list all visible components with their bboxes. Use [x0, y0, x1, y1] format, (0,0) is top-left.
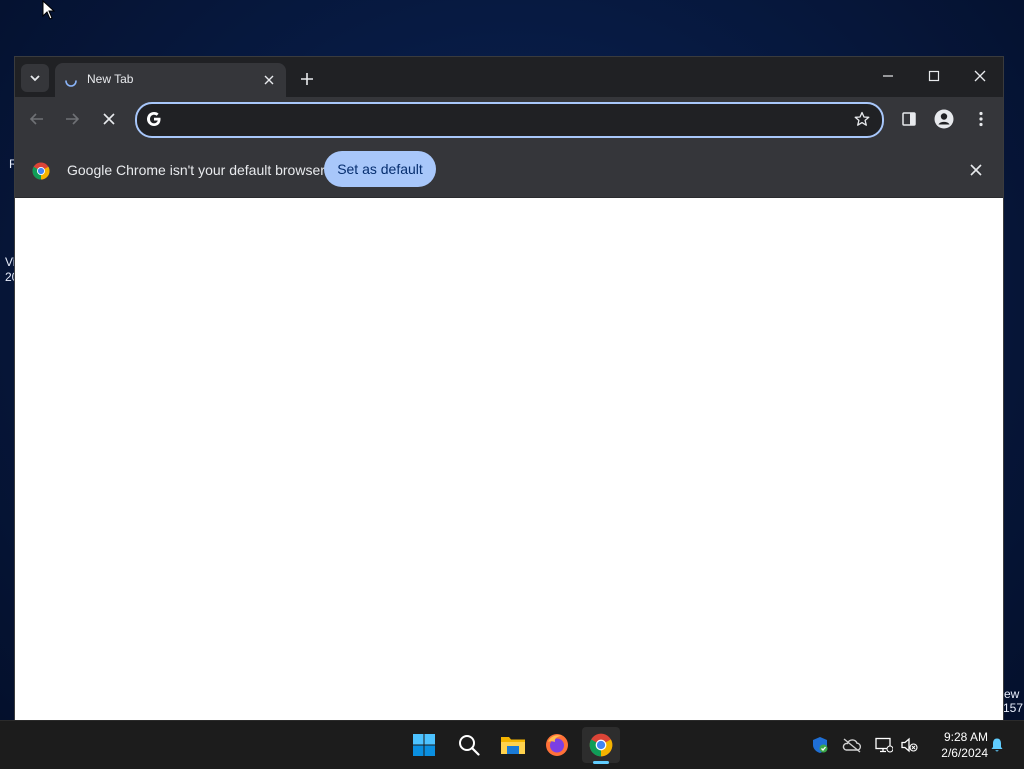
bookmark-star-icon[interactable]	[854, 111, 870, 127]
new-tab-button[interactable]	[295, 67, 319, 91]
volume-tray-button[interactable]	[899, 735, 919, 755]
tab-search-button[interactable]	[21, 64, 49, 92]
search-icon	[459, 735, 480, 756]
network-icon	[875, 737, 893, 753]
file-explorer-button[interactable]	[494, 727, 532, 763]
onedrive-offline-icon	[842, 738, 862, 753]
notifications-button[interactable]	[987, 735, 1007, 755]
chrome-taskbar-button[interactable]	[582, 727, 620, 763]
minimize-icon	[883, 75, 893, 77]
mouse-cursor-icon	[42, 0, 56, 25]
page-content[interactable]	[15, 198, 1003, 720]
infobar-message: Google Chrome isn't your default browser	[67, 162, 325, 178]
volume-muted-icon	[901, 737, 918, 753]
firefox-button[interactable]	[538, 727, 576, 763]
network-tray-button[interactable]	[874, 735, 894, 755]
toolbar	[15, 97, 1003, 141]
window-close-button[interactable]	[957, 57, 1003, 95]
profile-button[interactable]	[930, 105, 958, 133]
side-panel-button[interactable]	[895, 105, 923, 133]
address-bar[interactable]	[135, 102, 884, 138]
profile-avatar-icon	[934, 109, 954, 129]
back-button[interactable]	[23, 105, 51, 133]
arrow-right-icon	[66, 113, 80, 125]
close-icon	[264, 75, 274, 85]
arrow-left-icon	[29, 113, 43, 125]
clock-date: 2/6/2024	[941, 746, 988, 760]
maximize-button[interactable]	[911, 57, 957, 95]
start-button[interactable]	[405, 727, 443, 763]
start-icon	[413, 734, 435, 756]
infobar-close-button[interactable]	[967, 161, 985, 179]
google-g-icon	[147, 112, 161, 126]
browser-window: New Tab Google Chrome isn't your default…	[15, 57, 1003, 720]
taskbar-clock[interactable]: 9:28 AM 2/6/2024	[926, 729, 988, 761]
plus-icon	[301, 73, 313, 85]
menu-button[interactable]	[967, 105, 995, 133]
onedrive-tray-button[interactable]	[842, 735, 862, 755]
kebab-menu-icon	[979, 111, 983, 127]
taskbar: 9:28 AM 2/6/2024	[0, 720, 1024, 769]
security-shield-icon	[813, 737, 828, 753]
close-icon	[974, 70, 986, 82]
file-explorer-icon	[501, 737, 525, 754]
taskbar-search-button[interactable]	[450, 727, 488, 763]
set-as-default-button[interactable]: Set as default	[324, 151, 436, 187]
tab-title: New Tab	[87, 72, 134, 86]
tab-new-tab[interactable]: New Tab	[55, 63, 286, 97]
close-icon	[103, 113, 115, 125]
minimize-button[interactable]	[865, 57, 911, 95]
active-app-indicator	[593, 761, 609, 764]
desktop-label-fragment: 157	[1003, 701, 1024, 715]
maximize-icon	[928, 70, 940, 82]
side-panel-icon	[902, 112, 916, 126]
security-tray-button[interactable]	[810, 735, 830, 755]
tab-strip: New Tab	[15, 57, 1003, 97]
default-browser-infobar: Google Chrome isn't your default browser…	[15, 141, 1003, 198]
chevron-down-icon	[30, 75, 40, 82]
desktop-label-fragment: Vi	[5, 255, 16, 269]
clock-time: 9:28 AM	[943, 730, 988, 744]
desktop-label-fragment: ew	[1004, 687, 1020, 701]
firefox-icon	[546, 734, 568, 756]
forward-button[interactable]	[58, 105, 86, 133]
address-input[interactable]	[171, 107, 825, 133]
loading-spinner-icon	[65, 80, 77, 87]
stop-loading-button[interactable]	[95, 105, 123, 133]
close-icon	[970, 164, 982, 176]
chrome-logo-icon	[32, 162, 50, 180]
bell-icon	[991, 738, 1003, 752]
chrome-icon	[589, 733, 613, 757]
tab-close-button[interactable]	[260, 71, 278, 89]
